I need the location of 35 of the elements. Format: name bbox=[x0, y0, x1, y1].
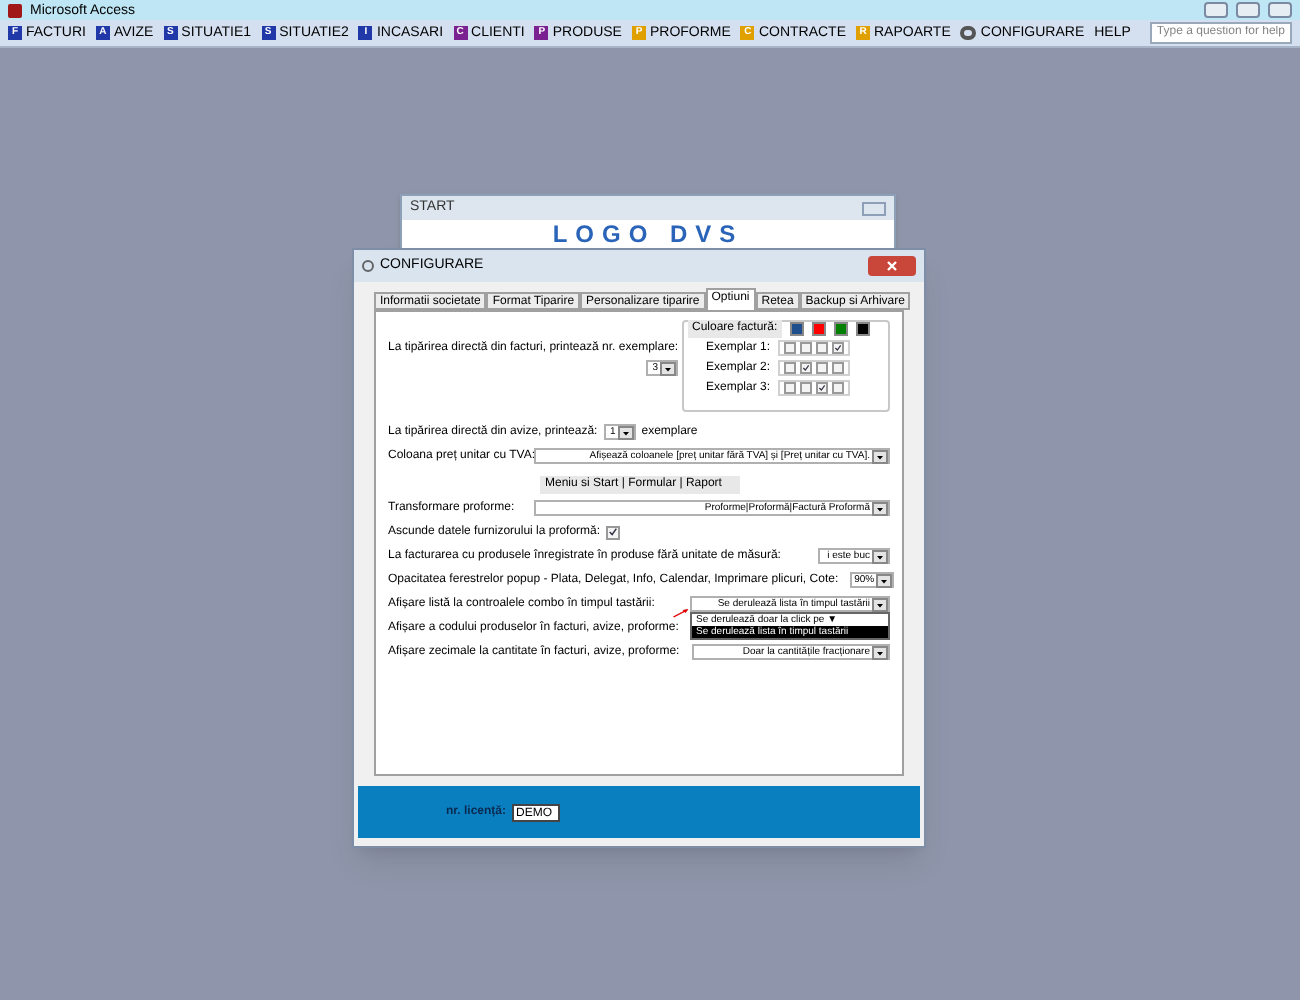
checkbox[interactable] bbox=[784, 342, 796, 354]
checkbox[interactable] bbox=[816, 382, 828, 394]
annotation-arrow-icon bbox=[672, 608, 690, 618]
minimize-icon[interactable] bbox=[1204, 2, 1228, 18]
color-swatch[interactable] bbox=[789, 322, 804, 336]
checkbox[interactable] bbox=[832, 382, 844, 394]
app-icon bbox=[8, 3, 22, 17]
close-icon bbox=[886, 260, 898, 272]
dropdown-arrow-icon bbox=[660, 361, 677, 375]
color-swatch[interactable] bbox=[855, 322, 870, 336]
dropdown-arrow-icon bbox=[872, 597, 888, 611]
dropdown-arrow-icon bbox=[876, 573, 893, 587]
dropdown-arrow-icon bbox=[872, 549, 888, 563]
color-swatch[interactable] bbox=[811, 322, 826, 336]
dropdown-arrow-icon bbox=[872, 501, 888, 515]
checkbox[interactable] bbox=[832, 342, 844, 354]
checkbox[interactable] bbox=[800, 362, 812, 374]
logo-text: LOGO DVS bbox=[550, 222, 746, 246]
close-icon[interactable] bbox=[1268, 2, 1292, 18]
dropdown-arrow-icon bbox=[872, 449, 888, 463]
checkbox[interactable] bbox=[816, 342, 828, 354]
color-swatch[interactable] bbox=[833, 322, 848, 336]
checkbox[interactable] bbox=[800, 382, 812, 394]
checkbox[interactable] bbox=[832, 362, 844, 374]
checkbox[interactable] bbox=[816, 362, 828, 374]
checkbox[interactable] bbox=[784, 382, 796, 394]
close-button[interactable] bbox=[868, 256, 916, 276]
close-icon[interactable] bbox=[862, 201, 886, 215]
dropdown-arrow-icon bbox=[617, 425, 634, 439]
checkbox[interactable] bbox=[800, 342, 812, 354]
checkbox[interactable] bbox=[784, 362, 796, 374]
gear-icon bbox=[362, 260, 374, 272]
checkbox[interactable] bbox=[606, 525, 621, 539]
restore-icon[interactable] bbox=[1236, 2, 1260, 18]
dropdown-arrow-icon bbox=[872, 645, 888, 659]
